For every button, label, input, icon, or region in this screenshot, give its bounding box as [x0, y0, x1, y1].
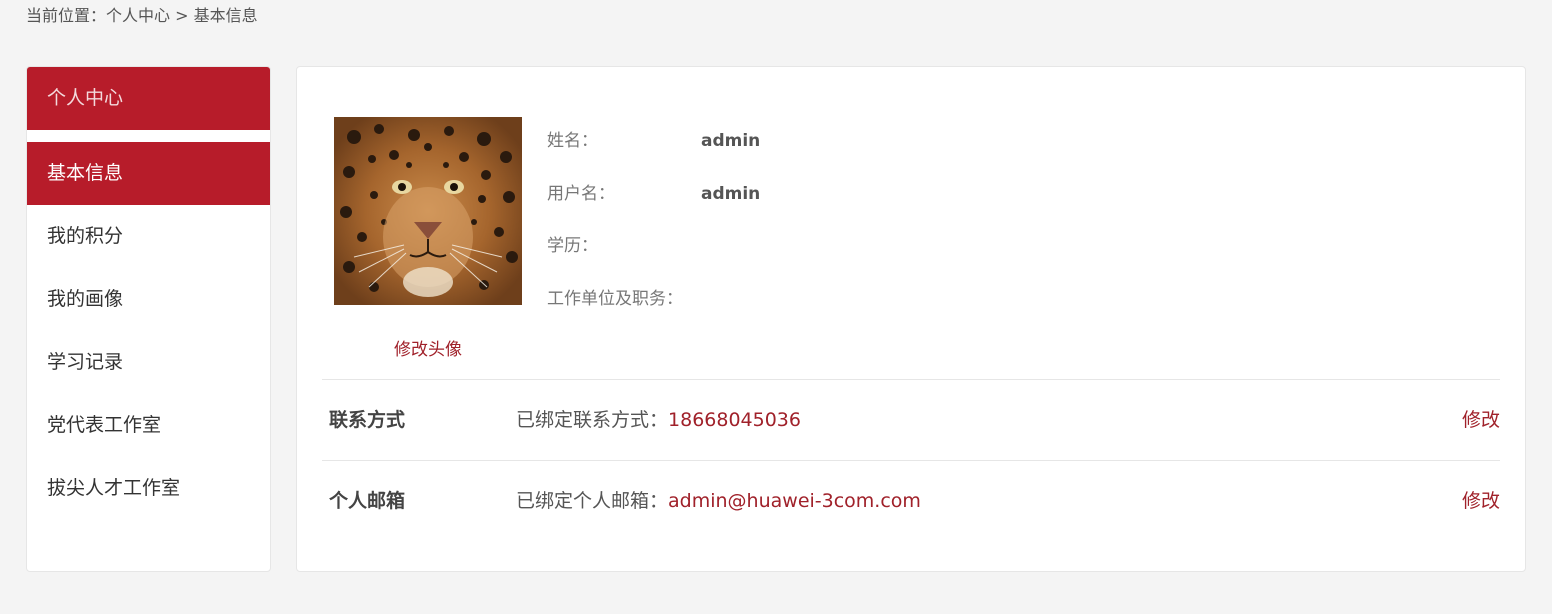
breadcrumb: 当前位置：个人中心 > 基本信息 — [26, 6, 258, 26]
leopard-photo-icon — [334, 117, 522, 305]
name-label: 姓名： — [547, 131, 598, 151]
username-row: 用户名： admin — [547, 183, 760, 205]
sidebar-item-basic-info[interactable]: 基本信息 — [27, 142, 270, 205]
sidebar-item-my-portrait[interactable]: 我的画像 — [27, 268, 270, 331]
phone-value: 18668045036 — [668, 409, 801, 431]
change-avatar-link[interactable]: 修改头像 — [334, 335, 522, 360]
name-row: 姓名： admin — [547, 130, 760, 152]
profile-panel: 修改头像 姓名： admin 用户名： admin 学历： 工作单位及职务： 联系方… — [296, 66, 1526, 572]
sidebar-item-study-records[interactable]: 学习记录 — [27, 331, 270, 394]
sidebar-title: 个人中心 — [27, 67, 270, 130]
sidebar: 个人中心 基本信息 我的积分 我的画像 学习记录 党代表工作室 拔尖人才工作室 — [26, 66, 271, 572]
avatar — [334, 117, 522, 305]
email-desc-label: 已绑定个人邮箱： — [516, 490, 669, 512]
education-label: 学历： — [547, 236, 598, 256]
username-label: 用户名： — [547, 184, 615, 204]
username-value: admin — [701, 184, 761, 204]
workplace-row: 工作单位及职务： — [547, 288, 701, 310]
edit-phone-link[interactable]: 修改 — [1462, 380, 1500, 460]
phone-desc: 已绑定联系方式：18668045036 — [516, 380, 801, 460]
email-desc: 已绑定个人邮箱：admin@huawei-3com.com — [516, 461, 921, 541]
sidebar-item-top-talent-studio[interactable]: 拔尖人才工作室 — [27, 457, 270, 520]
breadcrumb-path: 个人中心 > 基本信息 — [106, 6, 258, 25]
email-value: admin@huawei-3com.com — [668, 490, 921, 512]
email-row: 个人邮箱 已绑定个人邮箱：admin@huawei-3com.com 修改 — [322, 461, 1500, 541]
name-value: admin — [701, 131, 761, 151]
email-title: 个人邮箱 — [329, 490, 406, 512]
education-row: 学历： — [547, 235, 701, 257]
phone-desc-label: 已绑定联系方式： — [516, 409, 669, 431]
breadcrumb-label: 当前位置： — [26, 6, 107, 25]
sidebar-item-my-points[interactable]: 我的积分 — [27, 205, 270, 268]
workplace-label: 工作单位及职务： — [547, 289, 683, 309]
sidebar-item-party-rep-studio[interactable]: 党代表工作室 — [27, 394, 270, 457]
phone-title: 联系方式 — [329, 409, 406, 431]
phone-row: 联系方式 已绑定联系方式：18668045036 修改 — [322, 380, 1500, 460]
edit-email-link[interactable]: 修改 — [1462, 461, 1500, 541]
